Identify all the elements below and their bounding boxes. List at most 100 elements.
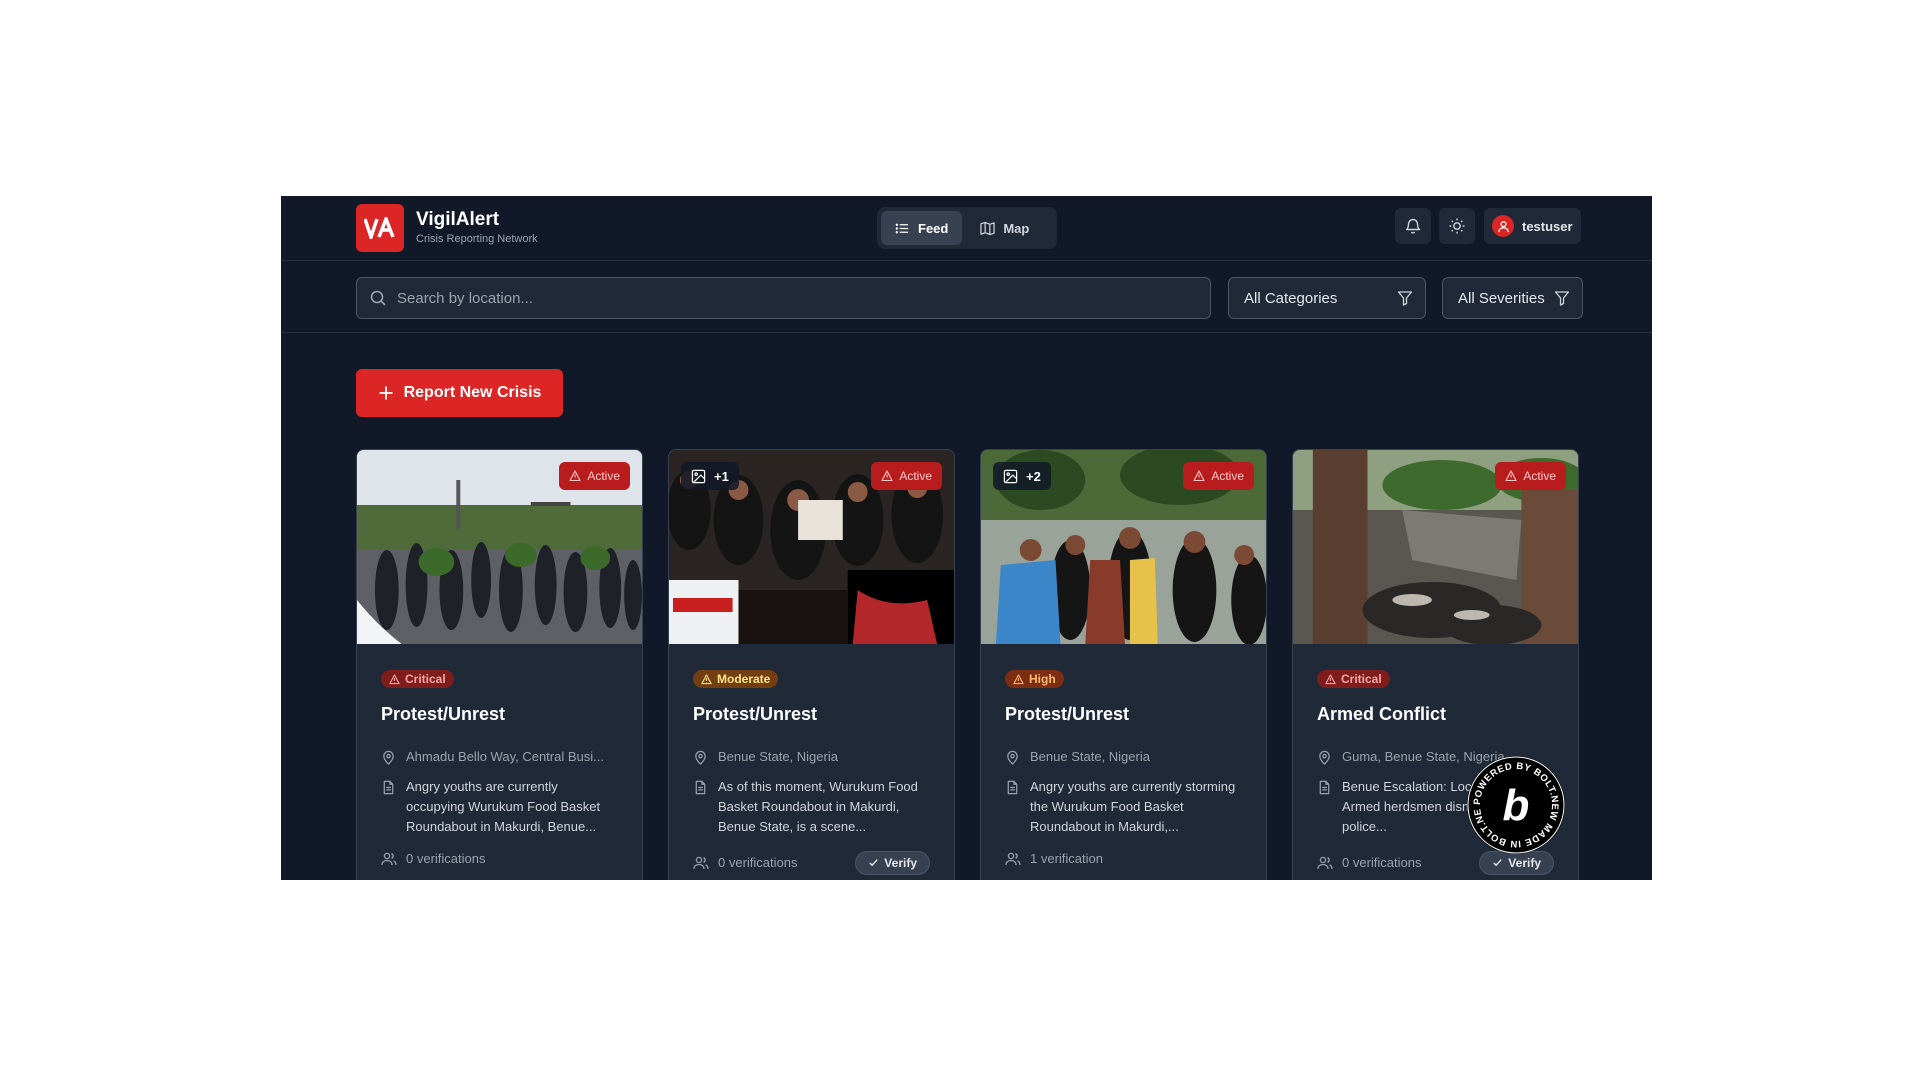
card-location: Ahmadu Bello Way, Central Busi... — [381, 747, 618, 767]
alert-triangle-icon — [1193, 470, 1205, 482]
severity-select-value: All Severities — [1458, 289, 1545, 307]
description-text: As of this moment, Wurukum Food Basket R… — [718, 778, 918, 834]
alert-triangle-icon — [1325, 673, 1336, 684]
bolt-logo-icon: POWERED BY BOLT.NEW MADE IN BOLT.NEW b — [1462, 748, 1565, 854]
user-icon — [1497, 220, 1509, 232]
file-text-icon — [1319, 780, 1330, 794]
top-header: VigilAlert Crisis Reporting Network Feed… — [281, 196, 1652, 261]
file-text-icon — [1007, 780, 1018, 794]
bolt-badge[interactable]: POWERED BY BOLT.NEW MADE IN BOLT.NEW b — [1462, 748, 1565, 854]
users-icon — [381, 852, 397, 865]
card-location: Benue State, Nigeria — [1005, 747, 1242, 767]
alert-triangle-icon — [1013, 673, 1024, 684]
category-select[interactable]: All Categories — [1228, 277, 1426, 319]
app-logo[interactable] — [356, 204, 404, 252]
crisis-photo[interactable]: +2 Active — [981, 450, 1266, 644]
description-text: Angry youths are currently storming the … — [1030, 778, 1236, 834]
severity-badge: Critical — [381, 670, 454, 688]
crisis-card[interactable]: Active Critical Protest/Unrest Ahmadu Be… — [356, 449, 643, 880]
severity-badge: Moderate — [693, 670, 779, 688]
card-footer: 1 verification — [1005, 851, 1242, 867]
notifications-button[interactable] — [1395, 208, 1431, 244]
user-name: testuser — [1522, 218, 1573, 234]
users-icon — [693, 856, 709, 869]
severity-select[interactable]: All Severities — [1442, 277, 1583, 319]
card-location: Benue State, Nigeria — [693, 747, 930, 767]
map-pin-icon — [695, 750, 706, 765]
severity-label: Critical — [405, 672, 446, 686]
brand-title: VigilAlert — [416, 209, 500, 230]
filter-icon — [1397, 291, 1413, 306]
filter-icon — [1554, 291, 1570, 306]
image-count-text: +2 — [1026, 468, 1041, 484]
verify-button[interactable]: Verify — [1479, 850, 1554, 875]
card-footer: 0 verifications Verify — [1317, 850, 1554, 875]
logo-mark-icon — [364, 217, 395, 239]
crisis-card[interactable]: +1 Active Moderate Protest/Unrest Benue … — [668, 449, 955, 880]
tab-map-label: Map — [1003, 220, 1030, 236]
list-icon — [895, 223, 909, 233]
crisis-photo[interactable]: +1 Active — [669, 450, 954, 644]
sun-icon — [1449, 218, 1465, 234]
crisis-photo[interactable]: Active — [1293, 450, 1578, 644]
verification-count: 0 verifications — [693, 855, 797, 871]
severity-badge: Critical — [1317, 670, 1390, 688]
status-badge: Active — [1183, 462, 1254, 490]
tab-feed[interactable]: Feed — [881, 211, 963, 245]
search-box — [356, 277, 1211, 319]
description-text: Angry youths are currently occupying Wur… — [406, 778, 601, 834]
verification-count: 0 verifications — [1317, 855, 1421, 871]
crisis-card[interactable]: +2 Active High Protest/Unrest Benue Stat… — [980, 449, 1267, 880]
card-title: Protest/Unrest — [381, 703, 506, 724]
status-label: Active — [1523, 469, 1556, 483]
status-label: Active — [899, 469, 932, 483]
card-body: Moderate Protest/Unrest Benue State, Nig… — [669, 644, 954, 875]
check-icon — [1493, 859, 1502, 867]
users-icon — [1005, 852, 1021, 865]
user-avatar — [1492, 215, 1514, 237]
theme-toggle-button[interactable] — [1439, 208, 1475, 244]
crisis-photo[interactable]: Active — [357, 450, 642, 644]
verify-button[interactable]: Verify — [855, 850, 930, 875]
filter-bar: All Categories All Severities — [281, 261, 1652, 333]
map-pin-icon — [1007, 750, 1018, 765]
status-badge: Active — [871, 462, 942, 490]
plus-icon — [379, 386, 393, 400]
status-label: Active — [1211, 469, 1244, 483]
severity-label: High — [1029, 672, 1056, 686]
image-icon — [1003, 469, 1018, 483]
status-badge: Active — [1495, 462, 1566, 490]
alert-triangle-icon — [389, 673, 400, 684]
brand-subtitle: Crisis Reporting Network — [416, 233, 538, 245]
map-pin-icon — [1319, 750, 1330, 765]
location-text: Ahmadu Bello Way, Central Busi... — [406, 748, 604, 764]
search-input[interactable] — [397, 289, 1198, 307]
verify-label: Verify — [1508, 855, 1541, 870]
file-text-icon — [383, 780, 394, 794]
card-body: High Protest/Unrest Benue State, Nigeria… — [981, 644, 1266, 867]
report-new-crisis-button[interactable]: Report New Crisis — [356, 369, 563, 417]
location-text: Benue State, Nigeria — [1030, 748, 1150, 764]
location-text: Benue State, Nigeria — [718, 748, 838, 764]
app-window: VigilAlert Crisis Reporting Network Feed… — [281, 196, 1652, 880]
card-title: Armed Conflict — [1317, 703, 1447, 724]
card-title: Protest/Unrest — [1005, 703, 1130, 724]
view-toggle: Feed Map — [877, 207, 1057, 249]
status-badge: Active — [559, 462, 630, 490]
verification-count: 0 verifications — [381, 851, 485, 867]
verification-text: 0 verifications — [1342, 855, 1422, 870]
card-description: As of this moment, Wurukum Food Basket R… — [693, 777, 930, 837]
card-title: Protest/Unrest — [693, 703, 818, 724]
alert-triangle-icon — [881, 470, 893, 482]
verification-text: 1 verification — [1030, 851, 1103, 866]
bolt-letter: b — [1503, 781, 1530, 830]
verification-text: 0 verifications — [718, 855, 798, 870]
status-label: Active — [587, 469, 620, 483]
image-count-badge: +2 — [993, 462, 1051, 490]
user-menu-button[interactable]: testuser — [1484, 208, 1581, 244]
alert-triangle-icon — [701, 673, 712, 684]
severity-badge: High — [1005, 670, 1064, 688]
bell-icon — [1405, 218, 1421, 234]
tab-map[interactable]: Map — [966, 211, 1043, 245]
image-count-badge: +1 — [681, 462, 739, 490]
